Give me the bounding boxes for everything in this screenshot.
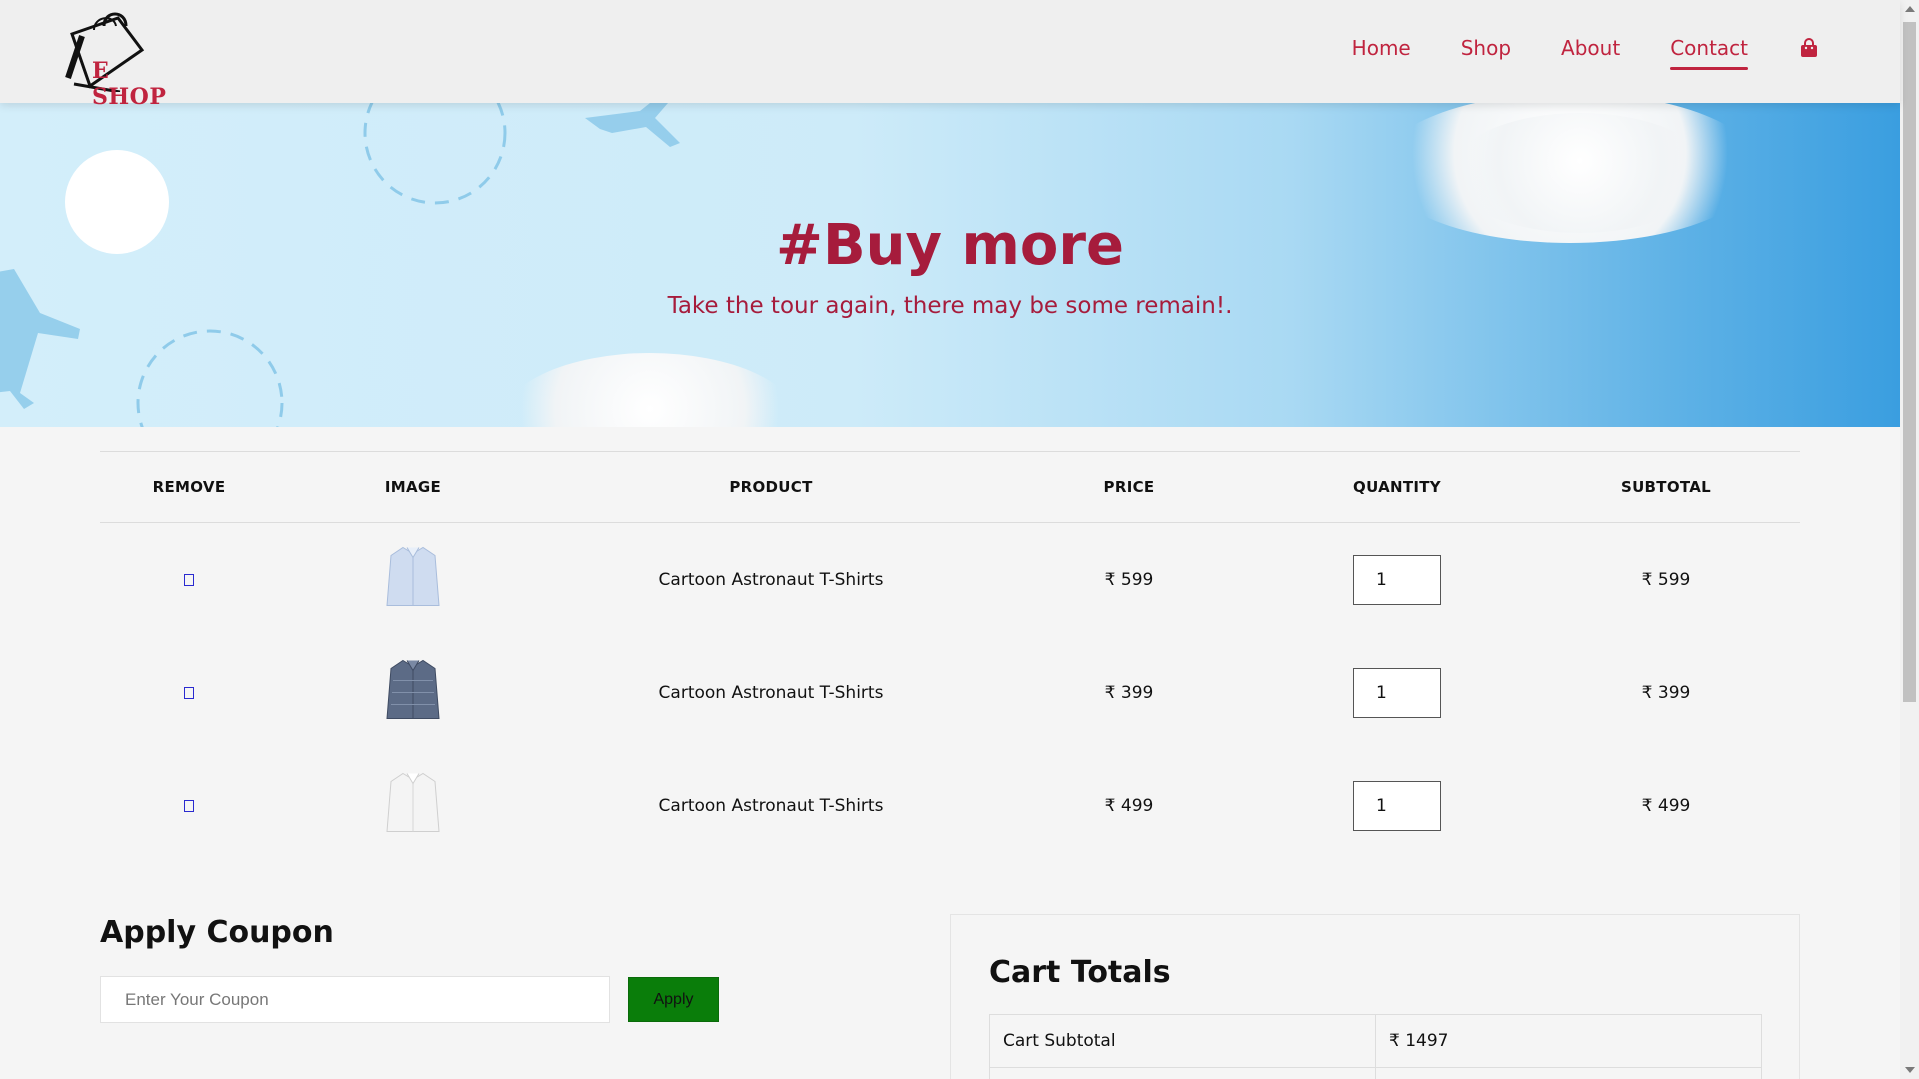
cart-table-header: REMOVE IMAGE PRODUCT PRICE QUANTITY SUBT… [100,451,1800,523]
totals-label: Cart Subtotal [989,1014,1376,1068]
product-price: ₹ 499 [1104,795,1154,816]
product-name[interactable]: Cartoon Astronaut T-Shirts [659,570,884,590]
nav-about[interactable]: About [1561,36,1620,60]
quantity-input-wrap [1353,554,1441,605]
product-price: ₹ 399 [1104,682,1154,703]
page-scrollbar[interactable] [1900,0,1919,1079]
coupon-input[interactable] [100,976,610,1023]
scrollbar-thumb[interactable] [1903,22,1916,702]
column-header-remove: REMOVE [152,478,226,496]
table-row: Cartoon Astronaut T-Shirts ₹ 599 ₹ 599 [100,523,1800,636]
column-header-price: PRICE [1103,478,1155,496]
column-header-image: IMAGE [384,478,442,496]
cart-table: REMOVE IMAGE PRODUCT PRICE QUANTITY SUBT… [100,451,1800,862]
shirt-navy-check-image [383,656,443,729]
logo[interactable]: E SHOP [60,8,180,110]
shopping-bag-icon[interactable] [1798,37,1820,59]
remove-icon[interactable] [184,686,194,699]
column-header-subtotal: SUBTOTAL [1620,478,1712,496]
scroll-down-arrow-icon[interactable] [1905,1067,1915,1073]
totals-value-empty [1375,1067,1762,1079]
quantity-input[interactable] [1353,667,1441,718]
table-row: Cartoon Astronaut T-Shirts ₹ 499 ₹ 499 [100,749,1800,862]
nav-shop[interactable]: Shop [1461,36,1511,60]
nav-home[interactable]: Home [1352,36,1411,60]
cart-totals-title: Cart Totals [989,955,1171,990]
totals-value: ₹ 1497 [1375,1014,1762,1068]
scroll-up-arrow-icon[interactable] [1905,6,1915,12]
quantity-input[interactable] [1353,554,1441,605]
row-subtotal: ₹ 399 [1641,682,1691,703]
cart-totals: Cart Totals Cart Subtotal ₹ 1497 [950,914,1800,1079]
nav-contact[interactable]: Contact [1670,36,1748,70]
table-row: Cartoon Astronaut T-Shirts ₹ 399 ₹ 399 [100,636,1800,749]
coupon-title: Apply Coupon [100,915,334,950]
quantity-input[interactable] [1353,780,1441,831]
quantity-input-wrap [1353,780,1441,831]
row-subtotal: ₹ 599 [1641,569,1691,590]
hero-banner: #Buy more Take the tour again, there may… [0,103,1900,427]
remove-icon[interactable] [184,799,194,812]
cart-totals-table: Cart Subtotal ₹ 1497 [989,1014,1762,1079]
hero-title: #Buy more [776,213,1124,278]
column-header-product: PRODUCT [729,478,813,496]
shirt-light-blue-image [383,543,443,616]
product-name[interactable]: Cartoon Astronaut T-Shirts [659,796,884,816]
totals-label-empty [989,1067,1376,1079]
shirt-white-image [383,769,443,842]
remove-icon[interactable] [184,573,194,586]
product-name[interactable]: Cartoon Astronaut T-Shirts [659,683,884,703]
quantity-input-wrap [1353,667,1441,718]
product-price: ₹ 599 [1104,569,1154,590]
totals-row: Cart Subtotal ₹ 1497 [989,1014,1762,1068]
column-header-quantity: QUANTITY [1353,478,1441,496]
apply-coupon-button[interactable]: Apply [628,977,719,1022]
row-subtotal: ₹ 499 [1641,795,1691,816]
hero-subtitle: Take the tour again, there may be some r… [667,293,1233,319]
site-header: E SHOP Home Shop About Contact [0,0,1900,110]
logo-text: E SHOP [92,58,167,110]
totals-row [989,1067,1762,1079]
main-nav: Home Shop About Contact [1302,36,1820,70]
